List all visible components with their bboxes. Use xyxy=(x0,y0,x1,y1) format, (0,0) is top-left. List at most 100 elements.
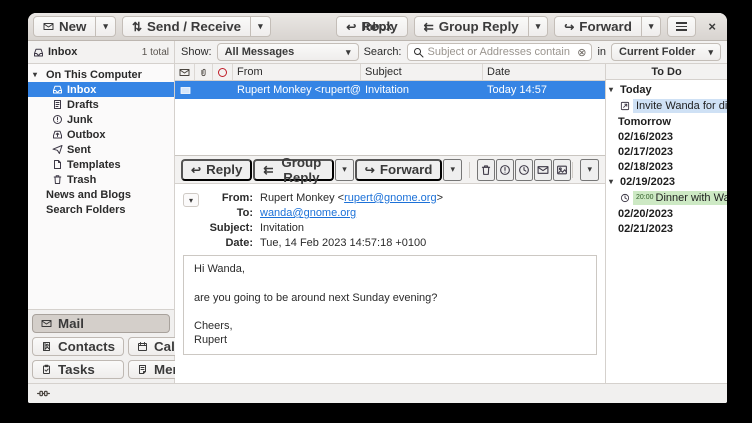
sidebar-item-inbox[interactable]: Inbox xyxy=(28,82,174,97)
to-email-link[interactable]: wanda@gnome.org xyxy=(260,207,356,219)
message-headers: ▾ From: Rupert Monkey <rupert@gnome.org>… xyxy=(175,184,605,253)
todo-group-date[interactable]: 02/21/2023 xyxy=(606,221,727,236)
flag-column-header[interactable] xyxy=(213,64,233,80)
menu-button[interactable] xyxy=(667,16,696,37)
evolution-window: Inbox New ▾ ⇅ Send / Receive ▾ ↩ Reply ⇇ xyxy=(28,13,727,403)
todo-event-item[interactable]: 20:00Dinner with Wa... xyxy=(606,189,727,206)
send-receive-dropdown-button[interactable]: ▾ xyxy=(250,16,271,37)
todo-task-item[interactable]: Invite Wanda for din... xyxy=(606,97,727,114)
sidebar-item-sent[interactable]: Sent xyxy=(28,142,174,157)
trash-icon xyxy=(52,174,63,185)
main-area: ▾ On This Computer Inbox Drafts Junk xyxy=(28,64,727,383)
tree-root-on-this-computer[interactable]: ▾ On This Computer xyxy=(28,67,174,82)
todo-group-date[interactable]: 02/17/2023 xyxy=(606,144,727,159)
outbox-icon xyxy=(52,129,63,140)
sidebar-item-drafts[interactable]: Drafts xyxy=(28,97,174,112)
send-receive-button[interactable]: ⇅ Send / Receive xyxy=(122,16,251,37)
new-button[interactable]: New xyxy=(33,16,96,37)
todo-group-date[interactable]: 02/20/2023 xyxy=(606,206,727,221)
forward-split-button: ↪ Forward ▾ xyxy=(554,16,661,37)
chevron-down-icon: ▾ xyxy=(346,48,351,57)
envelope-icon xyxy=(179,67,190,78)
chevron-down-icon: ▾ xyxy=(189,196,193,205)
close-window-button[interactable]: × xyxy=(702,19,722,34)
expander-icon[interactable]: ▾ xyxy=(33,70,42,79)
switcher-mail-button[interactable]: Mail xyxy=(32,314,170,333)
message-body: Hi Wanda, are you going to be around nex… xyxy=(183,255,597,355)
preview-group-reply-button[interactable]: ⇇ Group Reply xyxy=(253,159,334,181)
online-status-icon[interactable] xyxy=(37,387,50,400)
sidebar-item-trash[interactable]: Trash xyxy=(28,172,174,187)
attachment-column-header[interactable] xyxy=(195,64,213,80)
message-row[interactable]: Rupert Monkey <rupert@gno... Invitation … xyxy=(175,81,605,99)
message-subject: Invitation xyxy=(361,84,483,96)
clock-icon xyxy=(518,164,530,176)
preview-group-reply-dropdown[interactable]: ▾ xyxy=(335,159,354,181)
subject-value: Invitation xyxy=(260,222,443,234)
calendar-icon xyxy=(137,341,148,352)
sidebar-item-outbox[interactable]: Outbox xyxy=(28,127,174,142)
chevron-down-icon: ▾ xyxy=(649,22,654,31)
collapse-headers-button[interactable]: ▾ xyxy=(183,193,199,207)
search-icon xyxy=(413,47,424,58)
todo-list: ▾ Today Invite Wanda for din... Tomorrow… xyxy=(606,80,727,236)
send-receive-icon: ⇅ xyxy=(132,21,142,33)
message-from: Rupert Monkey <rupert@gno... xyxy=(233,84,361,96)
delete-message-button[interactable] xyxy=(477,159,495,181)
forward-icon: ↪ xyxy=(564,21,574,33)
mark-unread-button[interactable] xyxy=(534,159,552,181)
preview-reply-button[interactable]: ↩ Reply xyxy=(181,159,252,181)
expander-icon[interactable]: ▾ xyxy=(609,85,617,94)
sidebar-item-templates[interactable]: Templates xyxy=(28,157,174,172)
from-email-link[interactable]: rupert@gnome.org xyxy=(344,192,437,204)
clear-search-icon[interactable]: ⊗ xyxy=(577,46,586,59)
current-folder-summary: Inbox 1 total xyxy=(28,41,175,63)
reply-button[interactable]: ↩ Reply xyxy=(336,16,407,37)
headerbar-right: ↩ Reply ⇇ Group Reply ▾ ↪ Forward ▾ xyxy=(336,16,722,37)
chevron-down-icon: ▾ xyxy=(258,22,263,31)
date-column-header[interactable]: Date xyxy=(483,64,605,80)
group-reply-button[interactable]: ⇇ Group Reply xyxy=(414,16,529,37)
message-list-empty-area[interactable] xyxy=(175,99,605,156)
preview-overflow-dropdown[interactable]: ▾ xyxy=(580,159,599,181)
forward-button[interactable]: ↪ Forward xyxy=(554,16,642,37)
search-entry[interactable]: ⊗ xyxy=(407,43,593,61)
group-reply-icon: ⇇ xyxy=(263,164,273,176)
mark-junk-button[interactable] xyxy=(496,159,514,181)
subject-column-header[interactable]: Subject xyxy=(361,64,483,80)
show-filter-dropdown[interactable]: All Messages ▾ xyxy=(217,43,359,61)
from-value: Rupert Monkey <rupert@gnome.org> xyxy=(260,192,443,204)
switcher-tasks-button[interactable]: Tasks xyxy=(32,360,124,379)
load-images-button[interactable] xyxy=(553,159,571,181)
snooze-button[interactable] xyxy=(515,159,533,181)
image-icon xyxy=(556,164,568,176)
from-column-header[interactable]: From xyxy=(233,64,361,80)
send-receive-split-button: ⇅ Send / Receive ▾ xyxy=(122,16,271,37)
group-reply-dropdown-button[interactable]: ▾ xyxy=(528,16,549,37)
sent-icon xyxy=(52,144,63,155)
search-scope-dropdown[interactable]: Current Folder ▾ xyxy=(611,43,721,61)
todo-group-today[interactable]: ▾ Today xyxy=(606,82,727,97)
sidebar-item-junk[interactable]: Junk xyxy=(28,112,174,127)
todo-group-tomorrow[interactable]: Tomorrow xyxy=(606,114,727,129)
chevron-down-icon: ▾ xyxy=(450,165,455,174)
forward-dropdown-button[interactable]: ▾ xyxy=(641,16,662,37)
switcher-contacts-button[interactable]: Contacts xyxy=(32,337,124,356)
reply-icon: ↩ xyxy=(346,21,356,33)
expander-icon[interactable]: ▾ xyxy=(609,177,617,186)
new-split-button: New ▾ xyxy=(33,16,116,37)
status-column-header[interactable] xyxy=(175,64,195,80)
tree-root-search-folders[interactable]: Search Folders xyxy=(28,202,174,217)
todo-group-date-expanded[interactable]: ▾ 02/19/2023 xyxy=(606,174,727,189)
search-input[interactable] xyxy=(428,46,574,58)
in-label: in xyxy=(597,46,606,58)
todo-group-date[interactable]: 02/18/2023 xyxy=(606,159,727,174)
tree-root-news-and-blogs[interactable]: News and Blogs xyxy=(28,187,174,202)
headerbar: Inbox New ▾ ⇅ Send / Receive ▾ ↩ Reply ⇇ xyxy=(28,13,727,41)
preview-forward-button[interactable]: ↪ Forward xyxy=(355,159,443,181)
view-switcher: Mail Contacts Calendar Tasks xyxy=(28,309,174,383)
subject-label: Subject: xyxy=(205,222,253,234)
preview-forward-dropdown[interactable]: ▾ xyxy=(443,159,462,181)
new-dropdown-button[interactable]: ▾ xyxy=(95,16,116,37)
todo-group-date[interactable]: 02/16/2023 xyxy=(606,129,727,144)
